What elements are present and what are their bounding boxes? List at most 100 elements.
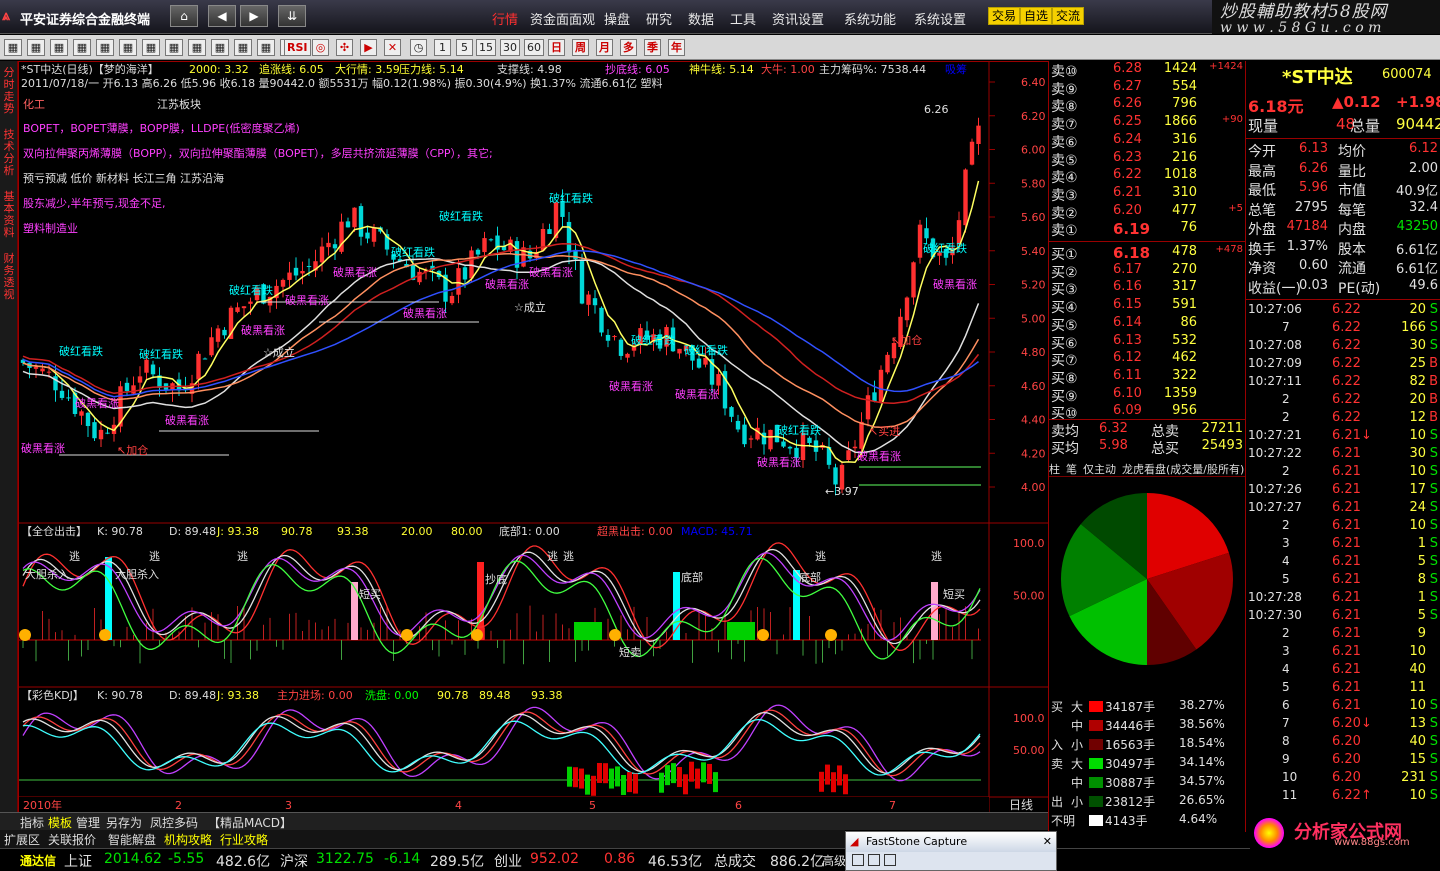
tool-icon-11[interactable]: ▦ bbox=[257, 39, 275, 56]
ob-price[interactable]: 6.15 bbox=[1113, 297, 1142, 312]
ob-price[interactable]: 6.19 bbox=[1113, 220, 1150, 238]
tool-red-icon-0[interactable]: ◎ bbox=[312, 39, 329, 56]
tool-icon-10[interactable]: ▦ bbox=[234, 39, 252, 56]
tool-red-icon-2[interactable]: ▶ bbox=[360, 39, 377, 56]
ob-price[interactable]: 6.11 bbox=[1113, 368, 1142, 383]
bottom-tab-5[interactable]: 【精品MACD】 bbox=[208, 814, 292, 831]
menu-item-6[interactable]: 资讯设置 bbox=[772, 9, 824, 28]
clock-icon[interactable]: ◷ bbox=[410, 39, 427, 56]
tool-icon-9[interactable]: ▦ bbox=[211, 39, 229, 56]
ob-price[interactable]: 6.22 bbox=[1113, 167, 1142, 182]
bottom-tab-2[interactable]: 管理 bbox=[76, 814, 100, 831]
period-button-7[interactable]: 周 bbox=[572, 39, 589, 56]
pie-tab-2[interactable]: 仅主动 bbox=[1083, 463, 1116, 476]
ob-price[interactable]: 6.23 bbox=[1113, 150, 1142, 165]
ob-price[interactable]: 6.25 bbox=[1113, 114, 1142, 129]
bottom-tab2-0[interactable]: 扩展区 bbox=[4, 831, 40, 848]
bottom-tab2-1[interactable]: 关联报价 bbox=[48, 831, 96, 848]
faststone-popup[interactable]: ◢ FastStone Capture ✕ bbox=[845, 831, 1057, 871]
menu-item-4[interactable]: 数据 bbox=[688, 9, 714, 28]
bottom-tab-4[interactable]: 凤控多码 bbox=[150, 814, 198, 831]
ob-price[interactable]: 6.10 bbox=[1113, 386, 1142, 401]
menu-expand-button[interactable]: ⇊ bbox=[278, 5, 306, 27]
tick-time: 2 bbox=[1282, 626, 1290, 640]
ob-price[interactable]: 6.20 bbox=[1113, 203, 1142, 218]
tool-icon-7[interactable]: ▦ bbox=[165, 39, 183, 56]
period-button-3[interactable]: 15 bbox=[476, 39, 496, 56]
bottom-tab-3[interactable]: 另存为 bbox=[106, 814, 142, 831]
capture-full-icon[interactable] bbox=[884, 854, 896, 866]
left-tab-2[interactable]: 基本资料 bbox=[1, 191, 17, 239]
ob-price[interactable]: 6.26 bbox=[1113, 96, 1142, 111]
menu-item-3[interactable]: 研究 bbox=[646, 9, 672, 28]
period-button-2[interactable]: 5 bbox=[456, 39, 473, 56]
tool-red-icon-1[interactable]: ✣ bbox=[336, 39, 353, 56]
home-button[interactable]: ⌂ bbox=[170, 5, 198, 27]
forward-button[interactable]: ▶ bbox=[240, 5, 268, 27]
rsi-button[interactable]: RSI bbox=[284, 39, 311, 56]
ob-price[interactable]: 6.18 bbox=[1113, 244, 1150, 262]
trade-button-1[interactable]: 自选 bbox=[1020, 7, 1053, 25]
pie-tab-3[interactable]: 龙虎看盘(成交量/股所有) bbox=[1122, 463, 1244, 476]
ob-price[interactable]: 6.09 bbox=[1113, 403, 1142, 418]
bottom-tab2-4[interactable]: 行业攻略 bbox=[220, 831, 268, 848]
tool-icon-5[interactable]: ▦ bbox=[119, 39, 137, 56]
ob-price[interactable]: 6.17 bbox=[1113, 262, 1142, 277]
tool-red-icon-3[interactable]: ✕ bbox=[384, 39, 401, 56]
period-button-6[interactable]: 日 bbox=[548, 39, 565, 56]
ob-price[interactable]: 6.24 bbox=[1113, 132, 1142, 147]
tool-icon-6[interactable]: ▦ bbox=[142, 39, 160, 56]
close-icon[interactable]: ✕ bbox=[1043, 832, 1052, 852]
ob-price[interactable]: 6.14 bbox=[1113, 315, 1142, 330]
trade-button-2[interactable]: 交流 bbox=[1052, 7, 1085, 25]
pie-tab-1[interactable]: 笔 bbox=[1066, 463, 1077, 476]
bottom-tab-1[interactable]: 模板 bbox=[48, 814, 72, 831]
period-button-9[interactable]: 多 bbox=[620, 39, 637, 56]
trade-button-0[interactable]: 交易 bbox=[988, 7, 1021, 25]
left-tab-0[interactable]: 分时走势 bbox=[1, 67, 17, 115]
menu-item-1[interactable]: 资金面面观 bbox=[530, 9, 595, 28]
ob-volume: 591 bbox=[1172, 297, 1197, 313]
ob-price[interactable]: 6.16 bbox=[1113, 279, 1142, 294]
tool-icon-3[interactable]: ▦ bbox=[73, 39, 91, 56]
ob-price[interactable]: 6.27 bbox=[1113, 79, 1142, 94]
ob-price[interactable]: 6.28 bbox=[1113, 61, 1142, 76]
capture-region-icon[interactable] bbox=[868, 854, 880, 866]
menu-item-8[interactable]: 系统设置 bbox=[914, 9, 966, 28]
period-button-4[interactable]: 30 bbox=[500, 39, 520, 56]
period-button-1[interactable]: 1 bbox=[434, 39, 451, 56]
back-button[interactable]: ◀ bbox=[208, 5, 236, 27]
pie-tab-0[interactable]: 柱 bbox=[1049, 463, 1060, 476]
ob-price[interactable]: 6.12 bbox=[1113, 350, 1142, 365]
ob-price[interactable]: 6.13 bbox=[1113, 333, 1142, 348]
menu-item-2[interactable]: 操盘 bbox=[604, 9, 630, 28]
tool-icon-1[interactable]: ▦ bbox=[27, 39, 45, 56]
bottom-tab2-2[interactable]: 智能解盘 bbox=[108, 831, 156, 848]
chart-area[interactable]: *ST中达(日线)【梦的海洋】 2000: 3.32 追涨线: 6.05 大行情: 3… bbox=[18, 61, 1049, 822]
tool-icon-8[interactable]: ▦ bbox=[188, 39, 206, 56]
candle-body bbox=[625, 353, 630, 358]
menu-item-5[interactable]: 工具 bbox=[730, 9, 756, 28]
left-tab-1[interactable]: 技术分析 bbox=[1, 129, 17, 177]
period-button-10[interactable]: 季 bbox=[644, 39, 661, 56]
tool-icon-2[interactable]: ▦ bbox=[50, 39, 68, 56]
status-app-name[interactable]: 通达信 bbox=[20, 852, 56, 869]
period-button-5[interactable]: 60 bbox=[524, 39, 544, 56]
candle-body bbox=[469, 250, 474, 279]
period-button-11[interactable]: 年 bbox=[668, 39, 685, 56]
capture-window-icon[interactable] bbox=[852, 854, 864, 866]
index-name[interactable]: 上证 bbox=[64, 851, 92, 871]
bottom-tab-0[interactable]: 指标 bbox=[20, 814, 44, 831]
index-name[interactable]: 沪深 bbox=[280, 851, 308, 871]
menu-item-7[interactable]: 系统功能 bbox=[844, 9, 896, 28]
tick-time: 10:27:06 bbox=[1248, 302, 1302, 316]
period-button-8[interactable]: 月 bbox=[596, 39, 613, 56]
quote-value-2: 2.00 bbox=[1409, 160, 1438, 176]
index-name[interactable]: 创业 bbox=[494, 851, 522, 871]
tool-icon-4[interactable]: ▦ bbox=[96, 39, 114, 56]
left-tab-3[interactable]: 财务透视 bbox=[1, 253, 17, 301]
ob-price[interactable]: 6.21 bbox=[1113, 185, 1142, 200]
menu-item-0[interactable]: 行情 bbox=[492, 9, 518, 28]
bottom-tab2-3[interactable]: 机构攻略 bbox=[164, 831, 212, 848]
tool-icon-0[interactable]: ▦ bbox=[4, 39, 22, 56]
